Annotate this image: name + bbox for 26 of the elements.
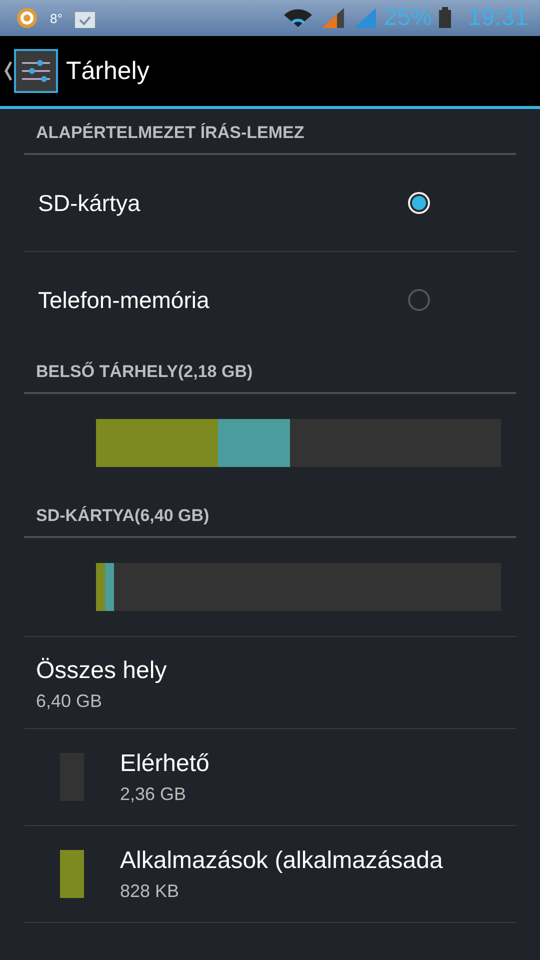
radio-option[interactable]: Telefon-memória bbox=[24, 252, 516, 348]
category-title: Elérhető bbox=[120, 750, 210, 778]
wifi-icon bbox=[282, 7, 314, 29]
category-size: 2,36 GB bbox=[120, 784, 188, 804]
storage-category[interactable]: Alkalmazások (alkalmazásada 828 KB bbox=[24, 826, 516, 923]
battery-percent: 25% bbox=[384, 4, 432, 32]
storage-category[interactable]: Elérhető 2,36 GB bbox=[24, 729, 516, 826]
screen-title: Tárhely bbox=[66, 56, 150, 86]
total-space-value: 6,40 GB bbox=[36, 691, 104, 712]
radio-button[interactable] bbox=[408, 289, 430, 311]
settings-icon bbox=[14, 49, 58, 93]
battery-icon bbox=[438, 7, 452, 29]
clock: 19:31 bbox=[468, 4, 528, 32]
circle-app-icon bbox=[16, 7, 38, 29]
back-button[interactable] bbox=[4, 49, 58, 93]
total-space-label: Összes hely bbox=[36, 657, 168, 685]
section-header: ALAPÉRTELMEZET ÍRÁS-LEMEZ bbox=[24, 109, 516, 155]
temperature-text: 8° bbox=[50, 10, 62, 26]
category-title: Alkalmazások (alkalmazásada bbox=[120, 846, 443, 874]
signal-icon bbox=[320, 7, 346, 29]
section-header: BELSŐ TÁRHELY(2,18 GB) bbox=[24, 348, 516, 394]
radio-option[interactable]: SD-kártya bbox=[24, 155, 516, 252]
signal-icon bbox=[352, 7, 378, 29]
section-header: SD-KÁRTYA(6,40 GB) bbox=[24, 492, 516, 538]
chevron-icon bbox=[4, 61, 12, 81]
category-size: 828 KB bbox=[120, 880, 180, 902]
